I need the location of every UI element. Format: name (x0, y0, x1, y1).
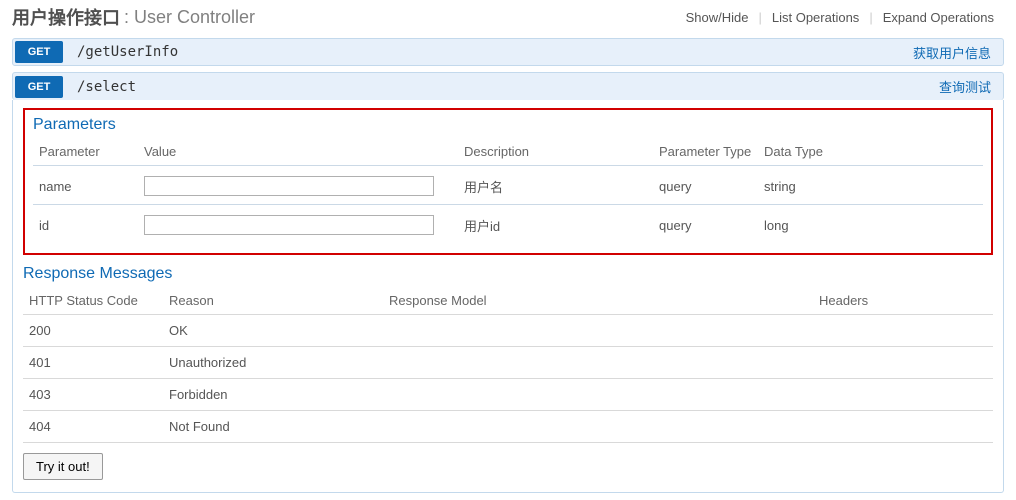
responses-table: HTTP Status Code Reason Response Model H… (23, 289, 993, 443)
operation-path: /getUserInfo (63, 44, 178, 60)
list-operations-link[interactable]: List Operations (762, 10, 869, 25)
resp-status: 200 (23, 315, 163, 347)
show-hide-link[interactable]: Show/Hide (676, 10, 759, 25)
resp-model (383, 411, 813, 443)
col-data-type: Data Type (758, 140, 983, 166)
param-type: query (653, 166, 758, 205)
param-row: name 用户名 query string (33, 166, 983, 205)
param-value-input[interactable] (144, 215, 434, 235)
param-type: query (653, 205, 758, 240)
controller-title-en: : User Controller (124, 7, 255, 28)
parameters-section: Parameters Parameter Value Description P… (23, 108, 993, 255)
param-description: 用户id (458, 205, 653, 240)
resp-reason: Not Found (163, 411, 383, 443)
http-method-badge: GET (15, 76, 63, 98)
col-description: Description (458, 140, 653, 166)
param-name: name (33, 166, 138, 205)
resp-status: 404 (23, 411, 163, 443)
operation-summary: 查询测试 (939, 77, 1001, 96)
operation-body-select: Parameters Parameter Value Description P… (12, 100, 1004, 493)
operation-row-select[interactable]: GET /select 查询测试 (12, 72, 1004, 100)
operation-row-getuserinfo[interactable]: GET /getUserInfo 获取用户信息 (12, 38, 1004, 66)
response-row: 404 Not Found (23, 411, 993, 443)
resp-model (383, 347, 813, 379)
resp-headers (813, 347, 993, 379)
col-value: Value (138, 140, 458, 166)
param-datatype: long (758, 205, 983, 240)
try-it-out-button[interactable]: Try it out! (23, 453, 103, 480)
resp-status: 403 (23, 379, 163, 411)
param-description: 用户名 (458, 166, 653, 205)
resp-headers (813, 411, 993, 443)
response-row: 200 OK (23, 315, 993, 347)
controller-title-cn: 用户操作接口 (12, 4, 120, 30)
controller-actions: Show/Hide | List Operations | Expand Ope… (676, 10, 1004, 25)
expand-operations-link[interactable]: Expand Operations (873, 10, 1004, 25)
col-status: HTTP Status Code (23, 289, 163, 315)
col-headers: Headers (813, 289, 993, 315)
operation-summary: 获取用户信息 (913, 43, 1001, 62)
col-reason: Reason (163, 289, 383, 315)
col-parameter-type: Parameter Type (653, 140, 758, 166)
col-model: Response Model (383, 289, 813, 315)
http-method-badge: GET (15, 41, 63, 63)
controller-header: 用户操作接口 : User Controller Show/Hide | Lis… (0, 0, 1016, 38)
response-row: 403 Forbidden (23, 379, 993, 411)
resp-model (383, 315, 813, 347)
resp-reason: Unauthorized (163, 347, 383, 379)
resp-reason: Forbidden (163, 379, 383, 411)
responses-section: Response Messages HTTP Status Code Reaso… (23, 265, 993, 443)
response-row: 401 Unauthorized (23, 347, 993, 379)
param-datatype: string (758, 166, 983, 205)
resp-headers (813, 379, 993, 411)
param-value-input[interactable] (144, 176, 434, 196)
param-row: id 用户id query long (33, 205, 983, 240)
col-parameter: Parameter (33, 140, 138, 166)
resp-reason: OK (163, 315, 383, 347)
resp-status: 401 (23, 347, 163, 379)
responses-title: Response Messages (23, 265, 993, 283)
resp-model (383, 379, 813, 411)
resp-headers (813, 315, 993, 347)
parameters-title: Parameters (33, 116, 983, 134)
operation-path: /select (63, 79, 136, 95)
param-name: id (33, 205, 138, 240)
parameters-table: Parameter Value Description Parameter Ty… (33, 140, 983, 239)
